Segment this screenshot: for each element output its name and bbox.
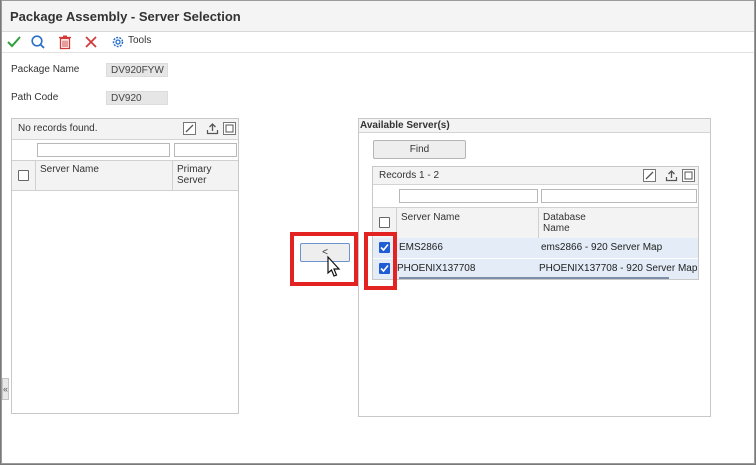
tools-menu[interactable]: Tools [128,35,151,46]
path-code-label: Path Code [11,92,59,103]
mouse-cursor-icon [327,255,341,277]
annotation-highlight [364,232,397,290]
available-servers-grid: Records 1 - 2 Server Name Database Name … [372,166,699,280]
horizontal-scrollbar[interactable] [399,277,669,279]
check-icon[interactable] [6,34,22,50]
toolbar: Tools [2,31,754,53]
filter-primary-server-input[interactable] [174,143,237,157]
table-row[interactable]: EMS2866 ems2866 - 920 Server Map [373,238,698,258]
package-name-label: Package Name [11,64,80,75]
table-row[interactable]: PHOENIX137708 PHOENIX137708 - 920 Server… [373,259,698,279]
records-count-label: Records 1 - 2 [379,170,440,181]
column-database-name[interactable]: Database Name [543,212,603,234]
grid-header-bar: No records found. [12,119,238,140]
column-server-name[interactable]: Server Name [40,164,100,175]
available-servers-title: Available Server(s) [360,120,450,131]
server-name-cell: EMS2866 [399,242,443,253]
database-name-cell: PHOENIX137708 - 920 Server Map [539,263,698,274]
column-separator [172,161,173,190]
grid-column-headers: Server Name Database Name [373,207,698,239]
database-name-cell: ems2866 - 920 Server Map [541,242,663,253]
grid-column-headers: Server Name Primary Server [12,160,238,191]
available-servers-panel: Available Server(s) Find Records 1 - 2 S… [358,118,711,417]
find-button[interactable]: Find [373,140,466,159]
window-frame: Package Assembly - Server Selection Tool… [1,0,755,464]
no-records-label: No records found. [18,123,98,134]
filter-server-name-input[interactable] [399,189,538,203]
personalize-icon[interactable] [643,169,656,182]
path-code-field: DV920 [106,91,168,105]
collapse-handle[interactable]: « [2,378,9,400]
column-separator [35,161,36,190]
page-title: Package Assembly - Server Selection [10,9,241,24]
maximize-grid-icon[interactable] [682,169,695,182]
filter-database-name-input[interactable] [541,189,697,203]
export-icon[interactable] [206,122,219,135]
available-servers-header: Available Server(s) [359,119,710,133]
title-bar: Package Assembly - Server Selection [2,1,754,32]
column-server-name[interactable]: Server Name [401,212,461,223]
package-name-field: DV920FYW [106,63,168,77]
maximize-grid-icon[interactable] [223,122,236,135]
select-all-checkbox[interactable] [379,217,390,228]
filter-server-name-input[interactable] [37,143,170,157]
close-icon[interactable] [83,34,99,50]
server-name-cell: PHOENIX137708 [397,263,476,274]
column-separator [538,208,539,238]
export-icon[interactable] [665,169,678,182]
gear-icon[interactable] [110,34,126,50]
personalize-icon[interactable] [183,122,196,135]
search-icon[interactable] [30,34,46,50]
select-all-checkbox[interactable] [18,170,29,181]
trash-icon[interactable] [57,34,73,50]
column-primary-server[interactable]: Primary Server [177,164,232,186]
grid-header-bar: Records 1 - 2 [373,167,698,185]
selected-servers-grid: No records found. Server Name Primary Se… [11,118,239,414]
